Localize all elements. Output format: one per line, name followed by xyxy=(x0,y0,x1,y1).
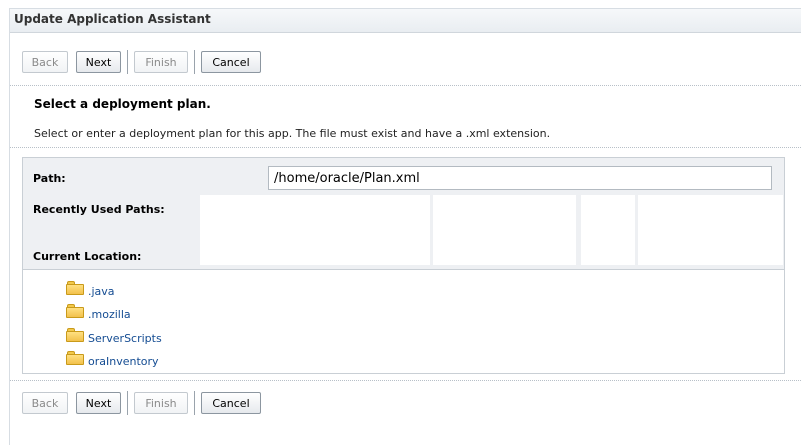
path-label: Path: xyxy=(33,172,66,185)
button-separator xyxy=(127,50,128,74)
bottom-button-bar: Back Next Finish Cancel xyxy=(22,391,261,415)
back-button[interactable]: Back xyxy=(22,51,68,73)
folder-item[interactable]: .java xyxy=(66,281,115,298)
folder-icon xyxy=(66,328,84,342)
folder-link[interactable]: .mozilla xyxy=(88,308,131,321)
button-separator xyxy=(127,391,128,415)
folder-item[interactable]: .mozilla xyxy=(66,304,131,321)
top-button-bar: Back Next Finish Cancel xyxy=(22,50,261,74)
folder-item[interactable]: ServerScripts xyxy=(66,328,162,345)
folder-icon xyxy=(66,281,84,295)
path-input[interactable] xyxy=(268,166,772,190)
section-instruction: Select or enter a deployment plan for th… xyxy=(34,127,551,140)
finish-button[interactable]: Finish xyxy=(134,51,188,73)
folder-link[interactable]: ServerScripts xyxy=(88,332,162,345)
current-location-label: Current Location: xyxy=(33,250,142,263)
recent-paths-list[interactable] xyxy=(581,195,635,265)
cancel-button[interactable]: Cancel xyxy=(201,51,261,73)
divider xyxy=(10,147,801,148)
section-heading: Select a deployment plan. xyxy=(34,97,211,111)
divider xyxy=(10,380,801,381)
folder-icon xyxy=(66,351,84,365)
folder-icon xyxy=(66,304,84,318)
recent-paths-list[interactable] xyxy=(638,195,783,265)
recently-used-paths-label: Recently Used Paths: xyxy=(33,203,165,216)
recent-paths-list[interactable] xyxy=(433,195,576,265)
folder-link[interactable]: oraInventory xyxy=(88,355,159,368)
button-separator xyxy=(194,50,195,74)
back-button[interactable]: Back xyxy=(22,392,68,414)
finish-button[interactable]: Finish xyxy=(134,392,188,414)
button-separator xyxy=(194,391,195,415)
recent-paths-list[interactable] xyxy=(200,195,430,265)
next-button[interactable]: Next xyxy=(76,392,121,414)
next-button[interactable]: Next xyxy=(76,51,121,73)
folder-item[interactable]: oraInventory xyxy=(66,351,159,368)
cancel-button[interactable]: Cancel xyxy=(201,392,261,414)
divider xyxy=(10,85,801,86)
page-title: Update Application Assistant xyxy=(14,12,211,26)
folder-link[interactable]: .java xyxy=(88,285,115,298)
